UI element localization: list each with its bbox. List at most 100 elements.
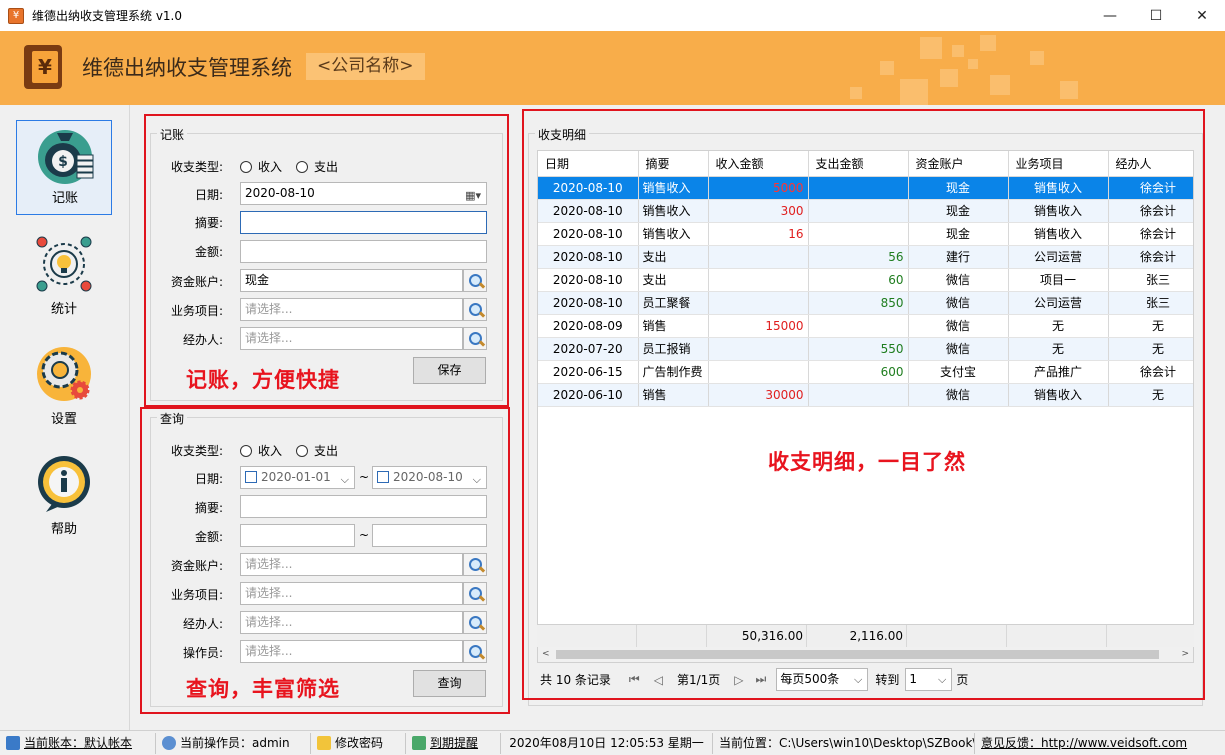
first-page-icon[interactable]: ⏮ [629,672,640,687]
entry-date-picker[interactable]: 2020-08-10 ▦▾ [240,182,487,205]
horizontal-scrollbar[interactable]: < > [537,647,1194,663]
nav-item-bookkeeping[interactable]: $ 记账 [16,120,112,215]
nav-label-statistics: 统计 [50,302,77,317]
window-title: 维德出纳收支管理系统 v1.0 [32,9,183,23]
entry-radio-expense[interactable]: 支出 [296,158,338,175]
chevron-down-icon: ⌵ [340,473,349,486]
date-range-separator: ~ [359,470,370,484]
goto-label: 转到 [875,673,900,687]
table-row[interactable]: 2020-06-15 广告制作费 600 支付宝 产品推广 徐会计 [538,360,1193,384]
title-bar: ¥ 维德出纳收支管理系统 v1.0 — ☐ ✕ [0,0,1225,31]
query-amount-label: 金额: [194,530,223,544]
page-size-select[interactable]: 每页500条 ⌵ [776,668,869,691]
nav-item-help[interactable]: 帮助 [16,450,112,545]
entry-amount-label: 金额: [194,245,223,259]
query-radio-expense[interactable]: 支出 [296,442,338,459]
query-date-from[interactable]: 2020-01-01 ⌵ [240,466,355,489]
entry-promo-text: 记账，方便快捷 [186,368,340,392]
save-button[interactable]: 保存 [413,357,486,384]
detail-grid[interactable]: 日期 摘要 收入金额 支出金额 资金账户 业务项目 经办人 2020-08-10… [537,150,1194,646]
query-amount-min[interactable] [240,524,355,547]
query-handler-search-icon[interactable] [463,611,487,634]
table-row[interactable]: 2020-08-10 支出 56 建行 公司运营 徐会计 [538,245,1193,269]
nav-label-settings: 设置 [50,412,77,427]
nav-item-settings[interactable]: 设置 [16,340,112,435]
company-name: <公司名称> [306,53,425,80]
minimize-button[interactable]: — [1087,0,1133,31]
status-ledger[interactable]: 当前账本：默认帐本 [0,732,156,754]
query-summary-input[interactable] [240,495,487,518]
query-operator-input[interactable]: 请选择... [240,640,463,663]
column-header-account[interactable]: 资金账户 [908,151,1009,177]
nav-item-statistics[interactable]: 统计 [16,230,112,325]
prev-page-icon[interactable]: ◁ [654,673,663,687]
query-button[interactable]: 查询 [413,670,486,697]
query-project-search-icon[interactable] [463,582,487,605]
table-row[interactable]: 2020-08-10 销售收入 300 现金 销售收入 徐会计 [538,199,1193,223]
handler-search-icon[interactable] [463,327,487,350]
query-date-label: 日期: [194,472,223,486]
page-info: 第1/1页 [676,673,721,687]
total-income: 50,316.00 [707,625,807,647]
query-operator-search-icon[interactable] [463,640,487,663]
column-header-project[interactable]: 业务项目 [1008,151,1109,177]
goto-page-select[interactable]: 1 ⌵ [905,668,953,691]
grid-header-row: 日期 摘要 收入金额 支出金额 资金账户 业务项目 经办人 [538,151,1193,177]
entry-radio-income[interactable]: 收入 [240,158,282,175]
entry-account-input[interactable]: 现金 [240,269,463,292]
last-page-icon[interactable]: ⏭ [756,672,767,687]
project-search-icon[interactable] [463,298,487,321]
query-handler-input[interactable]: 请选择... [240,611,463,634]
table-row[interactable]: 2020-08-09 销售 15000 微信无无 [538,314,1193,338]
reminder-link[interactable]: 到期提醒 [406,732,501,754]
feedback-link[interactable]: 意见反馈：http://www.veidsoft.com [975,733,1225,754]
query-radio-income[interactable]: 收入 [240,442,282,459]
query-account-input[interactable]: 请选择... [240,553,463,576]
nav-label-bookkeeping: 记账 [51,191,78,206]
query-operator-label: 操作员: [182,646,223,660]
query-account-search-icon[interactable] [463,553,487,576]
money-bag-icon: $ [38,130,94,184]
table-row[interactable]: 2020-08-10 销售收入 16 现金 销售收入 徐会计 [538,222,1193,246]
detail-legend: 收支明细 [535,126,590,143]
bell-icon [412,736,426,750]
entry-amount-input[interactable] [240,240,487,263]
entry-handler-input[interactable]: 请选择... [240,327,463,350]
key-icon [317,736,331,750]
query-amount-max[interactable] [372,524,487,547]
change-password-link[interactable]: 修改密码 [311,732,406,754]
status-location: 当前位置：C:\Users\win10\Desktop\SZBook\ [713,732,975,754]
date-from-checkbox[interactable] [245,471,257,483]
column-header-expense[interactable]: 支出金额 [808,151,909,177]
entry-summary-input[interactable] [240,211,487,234]
info-icon [38,456,90,512]
column-header-handler[interactable]: 经办人 [1108,151,1193,177]
app-name: 维德出纳收支管理系统 [82,56,292,80]
close-button[interactable]: ✕ [1179,0,1225,31]
header-banner: 维德出纳收支管理系统 <公司名称> [0,31,1225,105]
query-promo-text: 查询，丰富筛选 [186,677,340,701]
user-icon [162,736,176,750]
column-header-summary[interactable]: 摘要 [638,151,709,177]
table-row[interactable]: 2020-08-10 员工聚餐 850 微信 公司运营 张三 [538,291,1193,315]
column-header-income[interactable]: 收入金额 [708,151,809,177]
scroll-left-icon[interactable]: < [542,647,550,662]
entry-project-input[interactable]: 请选择... [240,298,463,321]
table-row[interactable]: 2020-07-20 员工报销 550 微信无无 [538,337,1193,361]
calendar-dropdown-icon[interactable]: ▦▾ [465,185,481,206]
column-header-date[interactable]: 日期 [538,151,639,177]
table-row[interactable]: 2020-08-10 销售收入 5000 现金 销售收入 徐会计 [538,176,1193,200]
next-page-icon[interactable]: ▷ [734,673,743,687]
page-suffix: 页 [956,673,969,687]
query-project-input[interactable]: 请选择... [240,582,463,605]
maximize-button[interactable]: ☐ [1133,0,1179,31]
entry-summary-label: 摘要: [194,216,223,230]
table-row[interactable]: 2020-08-10 支出 60 微信 项目一 张三 [538,268,1193,292]
table-row[interactable]: 2020-06-10 销售 30000 微信 销售收入无 [538,383,1193,407]
date-to-checkbox[interactable] [377,471,389,483]
scrollbar-thumb[interactable] [556,650,1159,659]
query-date-to[interactable]: 2020-08-10 ⌵ [372,466,487,489]
account-search-icon[interactable] [463,269,487,292]
entry-account-label: 资金账户: [170,275,223,289]
scroll-right-icon[interactable]: > [1181,647,1189,662]
